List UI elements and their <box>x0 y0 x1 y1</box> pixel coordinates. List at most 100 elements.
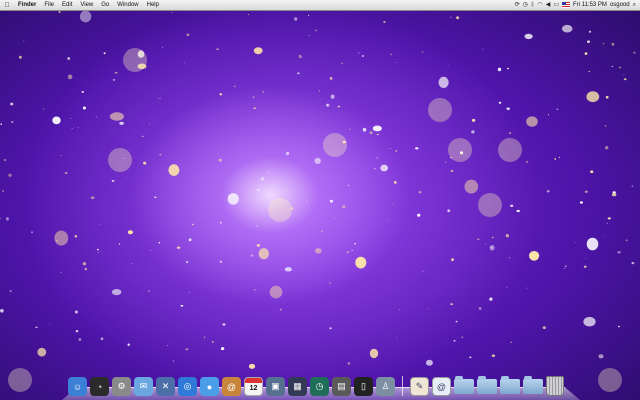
galaxy <box>450 169 454 173</box>
galaxy <box>114 71 118 74</box>
galaxy <box>256 225 258 227</box>
galaxy <box>247 14 250 16</box>
galaxy <box>605 146 609 150</box>
galaxy <box>477 238 480 240</box>
galaxy <box>67 74 73 80</box>
iphoto-icon[interactable]: ▣ <box>266 377 285 396</box>
xcode-icon[interactable]: ✕ <box>156 377 175 396</box>
bluetooth-icon[interactable]: ᛒ <box>531 0 535 10</box>
galaxy <box>218 158 222 162</box>
galaxy <box>11 121 14 123</box>
address-book-icon[interactable]: @ <box>222 377 241 396</box>
menu-bar:  Finder File Edit View Go Window Help ⟳… <box>0 0 640 11</box>
galaxy <box>211 340 214 343</box>
menu-help[interactable]: Help <box>143 0 163 10</box>
galaxy <box>253 47 263 55</box>
galaxy <box>82 106 86 110</box>
galaxy <box>585 258 587 260</box>
terminal-icon[interactable]: ▯ <box>354 377 373 396</box>
spaces-icon[interactable]: ▦ <box>288 377 307 396</box>
galaxy <box>172 360 175 362</box>
galaxy <box>386 219 388 221</box>
ical-icon[interactable]: 12 <box>244 377 263 396</box>
finder-icon[interactable]: ☺ <box>68 377 87 396</box>
apple-menu-icon[interactable]:  <box>0 2 14 9</box>
automator-icon[interactable]: ♙ <box>376 377 395 396</box>
galaxy <box>617 251 621 254</box>
galaxy <box>506 67 510 70</box>
galaxy <box>425 359 433 366</box>
mail-document-icon[interactable]: @ <box>432 377 451 396</box>
galaxy <box>67 57 71 60</box>
galaxy <box>185 348 189 351</box>
folder-icon-4[interactable] <box>523 376 543 394</box>
galaxy-glow <box>108 148 132 172</box>
timemachine-icon[interactable]: ◷ <box>523 0 528 10</box>
galaxy <box>77 127 79 128</box>
galaxy <box>362 127 367 132</box>
galaxy <box>81 91 85 93</box>
galaxy <box>417 213 421 217</box>
galaxy <box>583 265 587 268</box>
wifi-icon[interactable]: ◠ <box>537 0 542 10</box>
galaxy <box>390 53 392 55</box>
expose-icon[interactable]: ▤ <box>332 377 351 396</box>
folder-icon-1[interactable] <box>454 376 474 394</box>
galaxy <box>611 192 617 197</box>
galaxy <box>329 282 331 284</box>
galaxy <box>584 52 588 55</box>
galaxy <box>525 161 529 163</box>
galaxy <box>469 356 472 358</box>
dashboard-icon[interactable]: ◔ <box>90 377 109 396</box>
volume-icon[interactable]: ◀ <box>546 0 551 10</box>
galaxy <box>349 128 351 130</box>
galaxy <box>547 114 550 116</box>
galaxy <box>219 93 223 96</box>
galaxy <box>330 94 335 99</box>
battery-icon[interactable]: ▭ <box>553 0 559 10</box>
galaxy <box>369 131 373 135</box>
spotlight-icon[interactable]: ⌕ <box>633 0 636 10</box>
ichat-icon[interactable]: ● <box>200 377 219 396</box>
user-name[interactable]: osgood <box>610 0 630 10</box>
document-icon[interactable]: ✎ <box>410 377 429 396</box>
folder-icon-2[interactable] <box>477 376 497 394</box>
galaxy <box>491 354 496 357</box>
galaxy <box>98 251 100 253</box>
menu-finder[interactable]: Finder <box>14 0 40 10</box>
menu-go[interactable]: Go <box>97 0 113 10</box>
system-preferences-icon[interactable]: ⚙ <box>112 377 131 396</box>
galaxy <box>546 190 550 193</box>
menu-edit[interactable]: Edit <box>58 0 76 10</box>
galaxy <box>0 123 2 125</box>
galaxy <box>396 62 397 63</box>
folder-icon-3[interactable] <box>500 376 520 394</box>
galaxy <box>216 48 220 51</box>
input-flag-icon[interactable] <box>562 2 571 8</box>
mail-icon[interactable]: ✉ <box>134 377 153 396</box>
menu-file[interactable]: File <box>40 0 58 10</box>
trash-icon[interactable] <box>546 376 564 396</box>
galaxy-glow <box>268 198 292 222</box>
galaxy <box>554 158 557 160</box>
galaxy <box>526 287 528 289</box>
galaxy <box>509 132 511 134</box>
menu-window[interactable]: Window <box>113 0 142 10</box>
galaxy <box>148 290 150 292</box>
galaxy <box>154 196 157 199</box>
galaxy <box>347 362 351 365</box>
safari-icon[interactable]: ◎ <box>178 377 197 396</box>
galaxy <box>337 105 340 108</box>
galaxy <box>575 242 577 243</box>
galaxy <box>329 327 332 330</box>
galaxy <box>254 289 256 291</box>
sync-icon[interactable]: ⟳ <box>515 0 520 10</box>
galaxy-glow <box>478 193 502 217</box>
galaxy <box>448 65 450 67</box>
menu-view[interactable]: View <box>76 0 97 10</box>
clock[interactable]: Fri 11:53 PM <box>573 0 607 10</box>
time-machine-icon[interactable]: ◷ <box>310 377 329 396</box>
galaxy <box>158 98 160 99</box>
galaxy <box>159 97 161 99</box>
galaxy <box>450 303 454 305</box>
